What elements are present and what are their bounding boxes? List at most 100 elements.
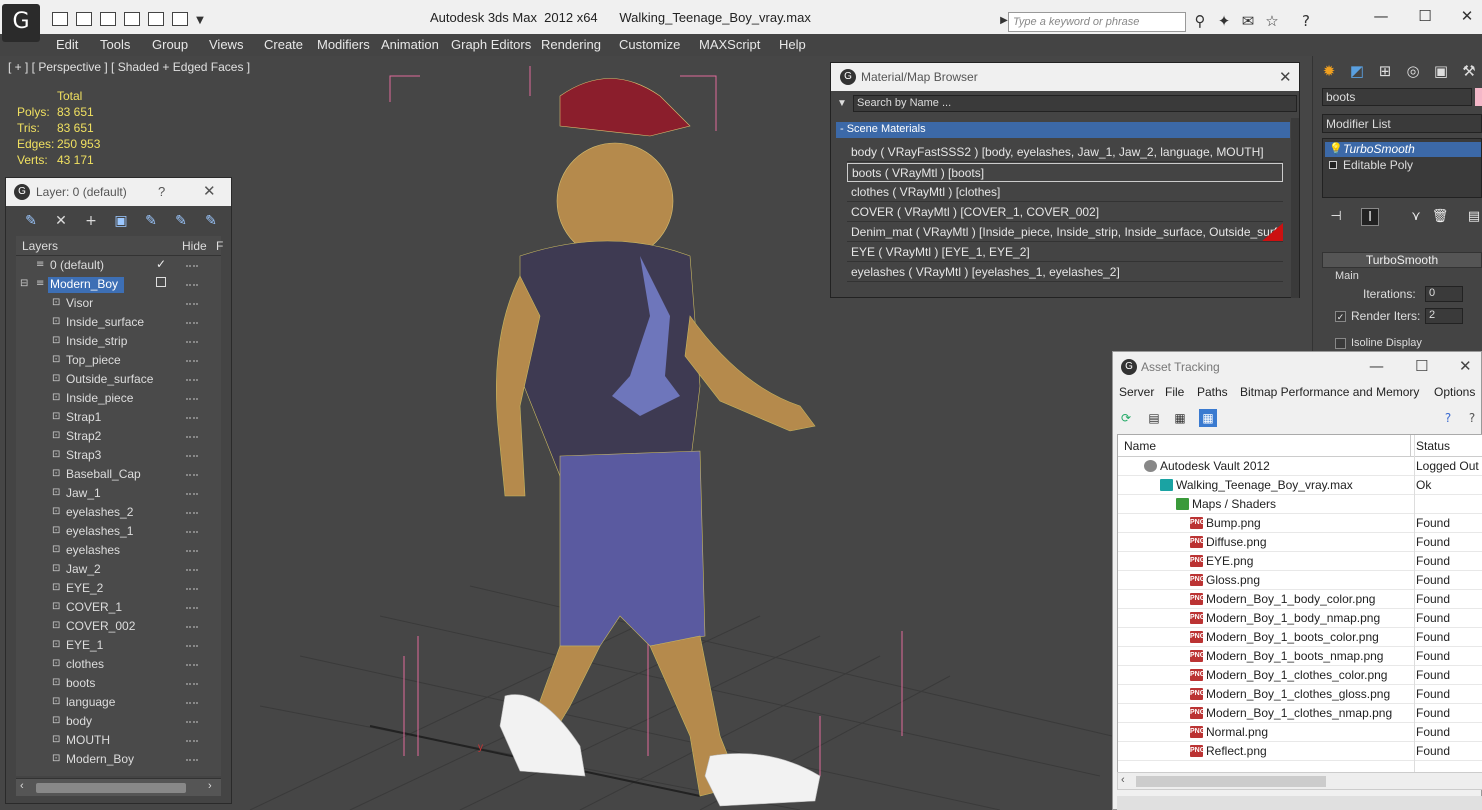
- refresh-icon[interactable]: ⟳: [1117, 409, 1135, 427]
- layer-object-row[interactable]: ⊡ Top_piece: [16, 351, 221, 370]
- asset-menu-file[interactable]: File: [1165, 385, 1184, 399]
- freeze-all-icon[interactable]: ✎: [202, 212, 220, 230]
- hide-toggle[interactable]: [186, 265, 198, 267]
- layer-object-row[interactable]: ⊡ clothes: [16, 655, 221, 674]
- hide-toggle[interactable]: [186, 512, 198, 514]
- expand-icon[interactable]: [1329, 161, 1337, 169]
- object-name-input[interactable]: boots: [1322, 88, 1472, 106]
- minimize-icon[interactable]: —: [1366, 6, 1396, 26]
- asset-menu-options[interactable]: Options: [1434, 385, 1475, 399]
- hide-toggle[interactable]: [186, 550, 198, 552]
- material-row[interactable]: EYE ( VRayMtl ) [EYE_1, EYE_2]: [847, 243, 1283, 262]
- column-freeze[interactable]: F: [216, 239, 223, 253]
- layer-object-row[interactable]: ⊡ Strap3: [16, 446, 221, 465]
- hide-toggle[interactable]: [186, 702, 198, 704]
- layer-object-row[interactable]: ⊡ EYE_2: [16, 579, 221, 598]
- asset-row[interactable]: PNG Modern_Boy_1_clothes_nmap.png Found: [1118, 704, 1482, 723]
- hide-toggle[interactable]: [186, 303, 198, 305]
- layer-object-row[interactable]: ⊡ Baseball_Cap: [16, 465, 221, 484]
- hide-toggle[interactable]: [186, 455, 198, 457]
- remove-modifier-icon[interactable]: 🗑: [1431, 208, 1449, 226]
- active-layer-check-icon[interactable]: ✓: [156, 257, 166, 271]
- layer-list[interactable]: Layers Hide F ≡ 0 (default) ✓ ⊟ ≡ Modern…: [16, 236, 223, 776]
- hide-toggle[interactable]: [186, 759, 198, 761]
- delete-layer-icon[interactable]: ✕: [52, 212, 70, 230]
- layer-object-row[interactable]: ⊡ Visor: [16, 294, 221, 313]
- favorites-star-icon[interactable]: ☆: [1262, 11, 1282, 31]
- asset-row[interactable]: PNG Reflect.png Found: [1118, 742, 1482, 761]
- asset-row[interactable]: PNG Bump.png Found: [1118, 514, 1482, 533]
- hide-toggle[interactable]: [186, 607, 198, 609]
- hide-toggle[interactable]: [186, 683, 198, 685]
- asset-row[interactable]: PNG Modern_Boy_1_body_color.png Found: [1118, 590, 1482, 609]
- table-view-icon[interactable]: ▦: [1199, 409, 1217, 427]
- menu-edit[interactable]: Edit: [56, 37, 78, 52]
- subscription-icon[interactable]: ✦: [1214, 11, 1234, 31]
- layer-object-row[interactable]: ⊡ language: [16, 693, 221, 712]
- help-icon[interactable]: ?: [1296, 11, 1316, 31]
- scroll-left-icon[interactable]: ‹: [1121, 774, 1125, 786]
- layer-object-row[interactable]: ⊡ eyelashes_2: [16, 503, 221, 522]
- hide-toggle[interactable]: [186, 322, 198, 324]
- menu-create[interactable]: Create: [264, 37, 303, 52]
- asset-row[interactable]: Maps / Shaders: [1118, 495, 1482, 514]
- show-end-result-icon[interactable]: I: [1361, 208, 1379, 226]
- asset-tracking-titlebar[interactable]: G Asset Tracking — ☐ ✕: [1113, 352, 1481, 382]
- asset-row[interactable]: PNG Modern_Boy_1_clothes_color.png Found: [1118, 666, 1482, 685]
- layer-object-row[interactable]: ⊡ eyelashes_1: [16, 522, 221, 541]
- asset-menu-paths[interactable]: Paths: [1197, 385, 1228, 399]
- hide-toggle[interactable]: [186, 645, 198, 647]
- column-layers[interactable]: Layers: [22, 239, 58, 253]
- thumbnail-view-icon[interactable]: ▦: [1171, 409, 1189, 427]
- layer-object-row[interactable]: ⊡ Outside_surface: [16, 370, 221, 389]
- modify-tab-icon[interactable]: ◩: [1345, 60, 1369, 82]
- hide-toggle[interactable]: [186, 436, 198, 438]
- material-vscrollbar[interactable]: [1291, 118, 1299, 298]
- layer-row-modern-boy[interactable]: ⊟ ≡ Modern_Boy: [16, 275, 221, 294]
- asset-row[interactable]: PNG EYE.png Found: [1118, 552, 1482, 571]
- layer-object-row[interactable]: ⊡ COVER_1: [16, 598, 221, 617]
- layer-object-row[interactable]: ⊡ body: [16, 712, 221, 731]
- layer-object-row[interactable]: ⊡ eyelashes: [16, 541, 221, 560]
- layer-object-row[interactable]: ⊡ Jaw_1: [16, 484, 221, 503]
- scroll-left-icon[interactable]: ‹: [20, 780, 24, 792]
- asset-table[interactable]: Name Status Autodesk Vault 2012 Logged Ou…: [1117, 434, 1482, 780]
- layer-object-row[interactable]: ⊡ Modern_Boy: [16, 750, 221, 769]
- new-scene-icon[interactable]: [52, 12, 68, 26]
- hide-toggle[interactable]: [186, 379, 198, 381]
- material-row[interactable]: body ( VRayFastSSS2 ) [body, eyelashes, …: [847, 143, 1283, 162]
- select-objects-icon[interactable]: ▣: [112, 212, 130, 230]
- qa-dropdown-icon[interactable]: ▼: [190, 11, 210, 31]
- modifier-list-dropdown[interactable]: Modifier List: [1322, 114, 1482, 133]
- maximize-icon[interactable]: ☐: [1415, 357, 1428, 375]
- menu-rendering[interactable]: Rendering: [541, 37, 601, 52]
- search-options-icon[interactable]: ▼: [837, 98, 847, 109]
- hide-toggle[interactable]: [186, 493, 198, 495]
- hide-toggle[interactable]: [186, 588, 198, 590]
- column-hide[interactable]: Hide: [182, 239, 207, 253]
- hide-toggle[interactable]: [186, 626, 198, 628]
- layer-hscrollbar[interactable]: ‹ ›: [16, 778, 221, 796]
- menu-views[interactable]: Views: [209, 37, 243, 52]
- close-icon[interactable]: ✕: [1452, 6, 1482, 26]
- binoculars-icon[interactable]: ⚲: [1190, 11, 1210, 31]
- asset-row[interactable]: PNG Normal.png Found: [1118, 723, 1482, 742]
- asset-row[interactable]: PNG Modern_Boy_1_body_nmap.png Found: [1118, 609, 1482, 628]
- asset-menu-bitmap[interactable]: Bitmap Performance and Memory: [1240, 385, 1419, 399]
- display-tab-icon[interactable]: ▣: [1429, 60, 1453, 82]
- menu-group[interactable]: Group: [152, 37, 188, 52]
- layer-row-default[interactable]: ≡ 0 (default) ✓: [16, 256, 221, 275]
- layer-panel-titlebar[interactable]: G Layer: 0 (default) ? ✕: [6, 178, 231, 206]
- material-row[interactable]: Denim_mat ( VRayMtl ) [Inside_piece, Ins…: [847, 223, 1283, 242]
- hold-icon[interactable]: [148, 12, 164, 26]
- menu-animation[interactable]: Animation: [381, 37, 439, 52]
- material-search-input[interactable]: Search by Name ...: [853, 95, 1297, 112]
- make-unique-icon[interactable]: ⋎: [1407, 208, 1425, 226]
- asset-row[interactable]: PNG Modern_Boy_1_clothes_gloss.png Found: [1118, 685, 1482, 704]
- hierarchy-tab-icon[interactable]: ⊞: [1373, 60, 1397, 82]
- menu-tools[interactable]: Tools: [100, 37, 130, 52]
- help-icon[interactable]: ?: [1439, 409, 1457, 427]
- asset-row[interactable]: PNG Gloss.png Found: [1118, 571, 1482, 590]
- isoline-checkbox[interactable]: [1335, 338, 1346, 349]
- menu-graph-editors[interactable]: Graph Editors: [451, 37, 531, 52]
